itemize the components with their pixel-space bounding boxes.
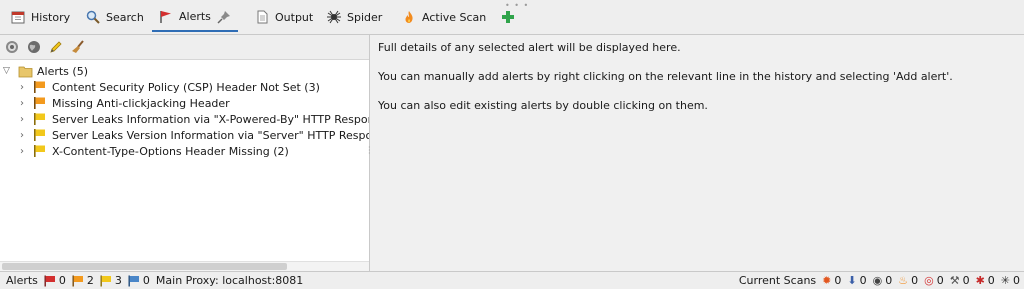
spider-icon: ✳ [1000,274,1010,287]
fire-icon [401,9,417,25]
chevron-down-icon[interactable]: ▽ [3,66,13,76]
info-alert-count: 0 [128,274,150,287]
hammer-icon: ⚒ [949,274,960,287]
flag-low-icon [32,143,48,159]
tab-active-scan[interactable]: Active Scan [401,5,486,29]
tree-root[interactable]: ▽ Alerts (5) [3,63,88,79]
tree-item[interactable]: › Content Security Policy (CSP) Header N… [20,79,320,95]
tab-label: Search [106,10,144,24]
flag-medium-icon [32,95,48,111]
bug-icon: ✱ [975,274,985,287]
document-icon [254,9,270,25]
scan-count: ◉ 0 [872,274,893,287]
scan-count: ♨ 0 [898,274,919,287]
tree-item-label: X-Content-Type-Options Header Missing (2… [52,144,289,158]
pencil-icon[interactable] [48,39,64,55]
calendar-icon [10,9,26,25]
status-bar: Alerts 0 2 3 0 Main Proxy: localhost:808… [0,271,1024,289]
tree-item-label: Server Leaks Information via "X-Powered-… [52,112,369,126]
flag-medium-icon [32,79,48,95]
tab-label: Alerts [179,10,211,23]
add-tab-button[interactable] [500,5,516,29]
chevron-right-icon[interactable]: › [20,82,28,93]
download-icon: ⬇ [847,274,857,287]
chevron-right-icon[interactable]: › [20,130,28,141]
high-alert-count: 0 [44,274,66,287]
flag-low-icon [100,275,111,286]
tree-item[interactable]: › Server Leaks Version Information via "… [20,127,369,143]
plus-icon [500,9,516,25]
scan-count: ✹ 0 [822,274,842,287]
chevron-right-icon[interactable]: › [20,114,28,125]
tab-spider[interactable]: Spider [326,5,382,29]
details-hint-3: You can also edit existing alerts by dou… [378,99,708,112]
scan-count: ⬇ 0 [847,274,867,287]
status-alerts-label: Alerts [6,274,38,287]
folder-icon [17,63,33,79]
tree-item[interactable]: › Server Leaks Information via "X-Powere… [20,111,369,127]
broom-icon[interactable] [70,39,86,55]
tree-item-label: Server Leaks Version Information via "Se… [52,128,369,142]
tab-label: Output [275,10,314,24]
eye-icon: ◉ [872,274,883,287]
tab-history[interactable]: History [10,5,70,29]
spider-icon [326,9,342,25]
chevron-right-icon[interactable]: › [20,146,28,157]
target-icon[interactable] [4,39,20,55]
scan-count: ⚒ 0 [949,274,970,287]
flag-low-icon [32,127,48,143]
fire-icon: ♨ [898,274,909,287]
tree-item[interactable]: › X-Content-Type-Options Header Missing … [20,143,289,159]
tree-root-label: Alerts (5) [37,64,88,78]
scrollbar-thumb[interactable] [2,263,287,270]
search-icon [85,9,101,25]
flag-low-icon [32,111,48,127]
tab-bar: • • • History Search Alerts Output Spide… [0,0,1024,35]
chevron-right-icon[interactable]: › [20,98,28,109]
globe-icon[interactable] [26,39,42,55]
alerts-tree[interactable]: ▽ Alerts (5) › Content Security Policy (… [0,60,369,262]
alerts-tree-panel: ▽ Alerts (5) › Content Security Policy (… [0,35,370,271]
pin-icon[interactable] [216,9,232,25]
flag-high-icon [44,275,55,286]
flag-info-icon [128,275,139,286]
details-hint-2: You can manually add alerts by right cli… [378,70,953,83]
tab-label: Spider [347,10,383,24]
scan-count: ◎ 0 [924,274,944,287]
tree-item[interactable]: › Missing Anti-clickjacking Header [20,95,230,111]
tree-item-label: Missing Anti-clickjacking Header [52,96,230,110]
medium-alert-count: 2 [72,274,94,287]
low-alert-count: 3 [100,274,122,287]
horizontal-scrollbar[interactable] [0,261,369,271]
tree-item-label: Content Security Policy (CSP) Header Not… [52,80,320,94]
tab-search[interactable]: Search [85,5,144,29]
details-hint-1: Full details of any selected alert will … [378,41,681,54]
scan-count: ✱ 0 [975,274,995,287]
main-proxy-status: Main Proxy: localhost:8081 [155,274,304,287]
tab-label: Active Scan [422,10,487,24]
tab-alerts[interactable]: Alerts [152,3,238,32]
target-icon: ◎ [924,274,934,287]
alert-details-panel: Full details of any selected alert will … [370,35,1024,271]
current-scans-label: Current Scans [738,274,817,287]
flag-medium-icon [72,275,83,286]
scan-count: ✳ 0 [1000,274,1020,287]
flag-icon [158,9,174,25]
alerts-toolbar [0,35,369,60]
active-scan-icon: ✹ [822,274,832,287]
tab-label: History [31,10,71,24]
tab-output[interactable]: Output [254,5,313,29]
